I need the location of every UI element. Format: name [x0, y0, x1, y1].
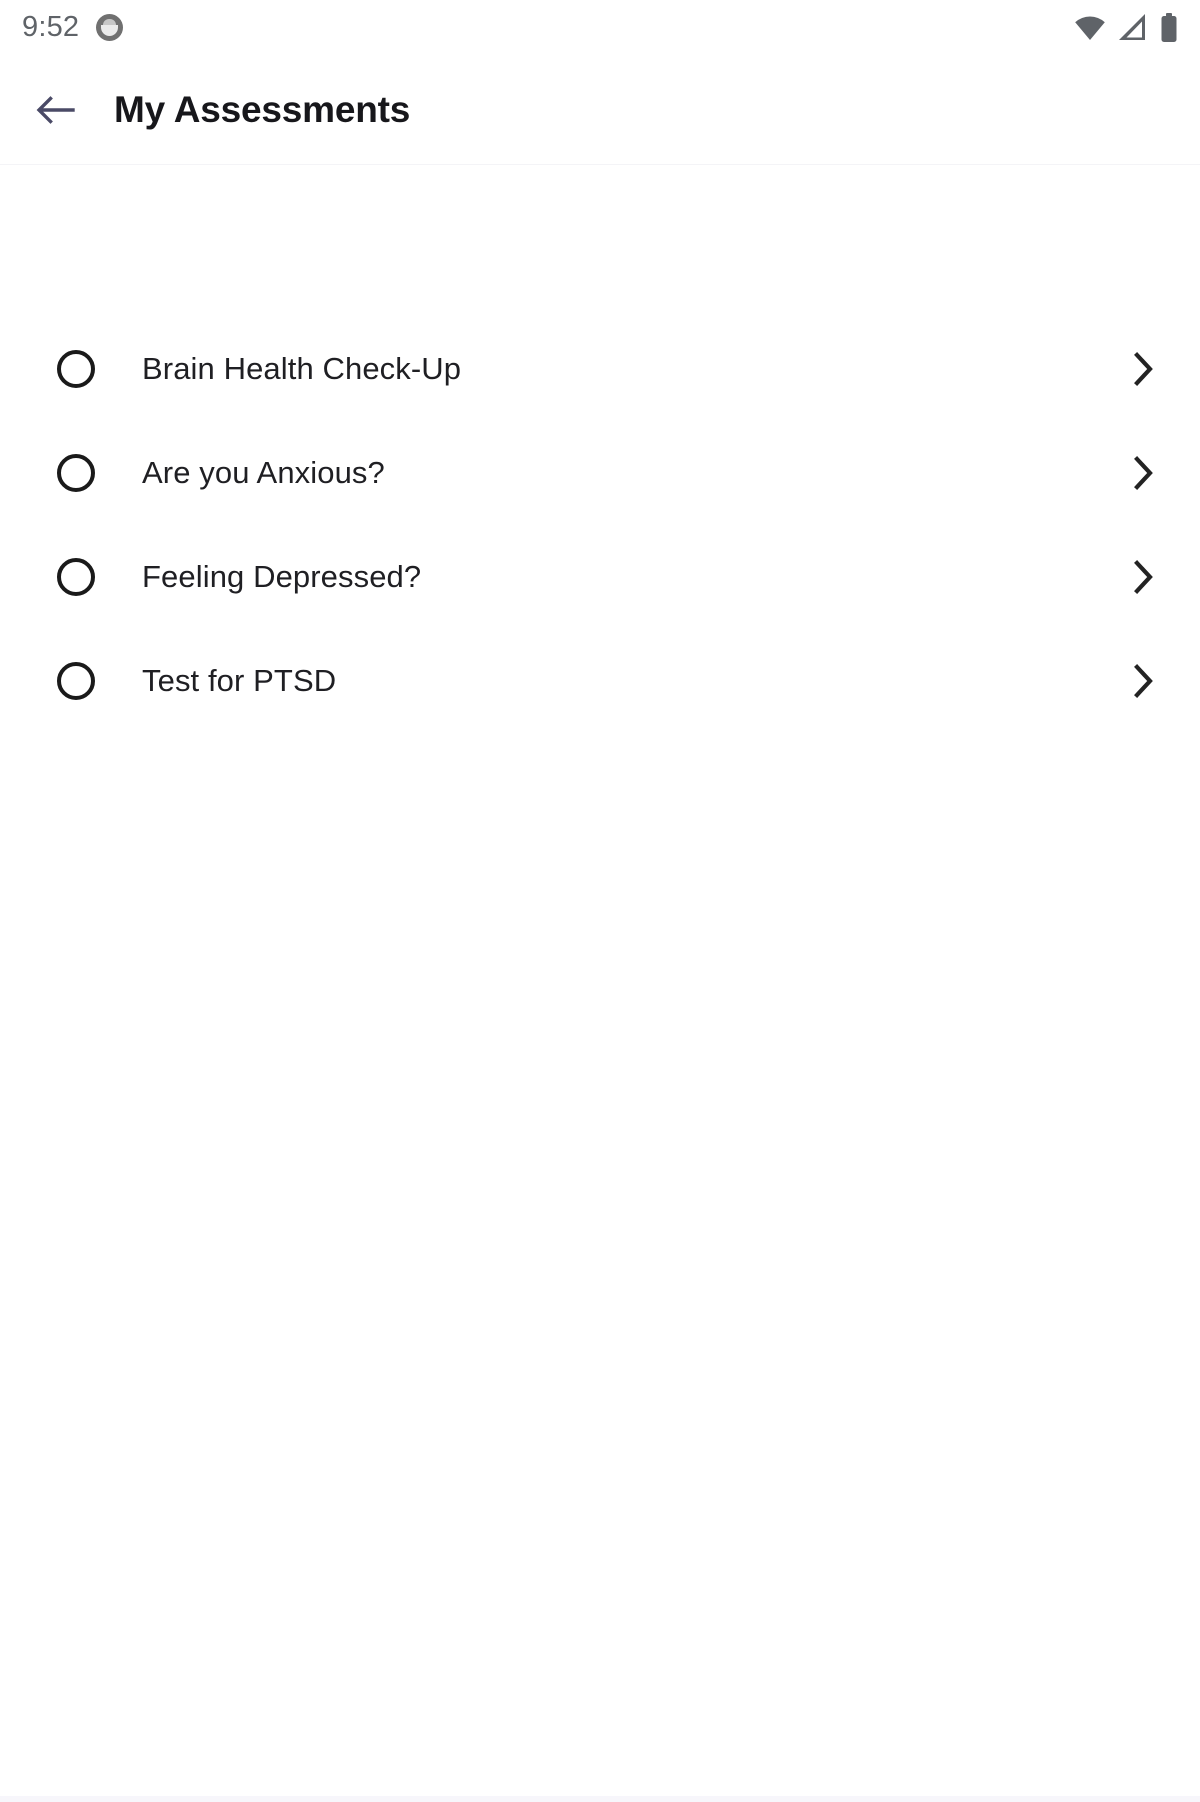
list-item[interactable]: Test for PTSD — [0, 629, 1200, 733]
status-bar-right — [1074, 12, 1178, 43]
radio-unchecked-icon[interactable] — [57, 558, 95, 596]
chevron-right-icon[interactable] — [1124, 453, 1164, 493]
assessment-list: Brain Health Check-Up Are you Anxious? F… — [0, 317, 1200, 733]
chevron-right-icon[interactable] — [1124, 557, 1164, 597]
app-bar: My Assessments — [0, 55, 1200, 165]
bottom-edge-strip — [0, 1796, 1200, 1802]
app-screen: 9:52 My Assessments Brain Health Check-U… — [0, 0, 1200, 1802]
cellular-signal-icon — [1118, 14, 1148, 41]
main-content: Brain Health Check-Up Are you Anxious? F… — [0, 165, 1200, 1802]
list-item[interactable]: Feeling Depressed? — [0, 525, 1200, 629]
status-bar: 9:52 — [0, 0, 1200, 55]
wifi-icon — [1074, 15, 1106, 41]
list-item-label: Feeling Depressed? — [142, 559, 422, 594]
status-time: 9:52 — [22, 11, 80, 43]
list-item[interactable]: Brain Health Check-Up — [0, 317, 1200, 421]
app-notification-icon — [96, 14, 124, 41]
status-bar-left: 9:52 — [22, 11, 124, 43]
back-arrow-icon — [35, 93, 75, 127]
radio-unchecked-icon[interactable] — [57, 454, 95, 492]
radio-unchecked-icon[interactable] — [57, 662, 95, 700]
page-title: My Assessments — [114, 88, 411, 130]
list-item-label: Are you Anxious? — [142, 455, 385, 490]
list-item[interactable]: Are you Anxious? — [0, 421, 1200, 525]
chevron-right-icon[interactable] — [1124, 661, 1164, 701]
list-item-label: Brain Health Check-Up — [142, 351, 462, 386]
chevron-right-icon[interactable] — [1124, 349, 1164, 389]
radio-unchecked-icon[interactable] — [57, 350, 95, 388]
list-item-label: Test for PTSD — [142, 663, 337, 698]
battery-icon — [1160, 12, 1178, 43]
back-button[interactable] — [24, 79, 86, 141]
